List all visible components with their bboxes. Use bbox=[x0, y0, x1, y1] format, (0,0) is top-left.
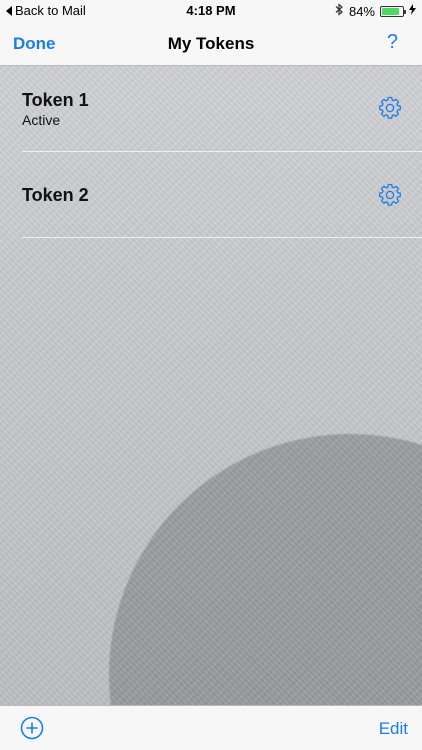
battery-percent: 84% bbox=[348, 3, 375, 19]
page-title: My Tokens bbox=[167, 34, 255, 53]
edit-button[interactable]: Edit bbox=[379, 719, 408, 739]
help-button[interactable]: ? bbox=[387, 31, 398, 54]
token-status: Active bbox=[22, 112, 61, 128]
battery-icon bbox=[380, 5, 406, 17]
token-name: Token 2 bbox=[22, 185, 89, 205]
bottom-toolbar: Edit bbox=[0, 705, 422, 750]
add-circle-icon[interactable] bbox=[20, 716, 44, 740]
token-row-2[interactable]: Token 2 bbox=[0, 152, 422, 238]
bluetooth-icon bbox=[335, 3, 344, 19]
token-name: Token 1 bbox=[22, 90, 89, 110]
gear-icon[interactable] bbox=[378, 96, 402, 120]
token-row-1[interactable]: Token 1 Active bbox=[0, 66, 422, 152]
gear-icon[interactable] bbox=[378, 183, 402, 207]
charging-icon bbox=[409, 4, 416, 18]
navigation-bar: Done My Tokens ? bbox=[0, 22, 422, 66]
row-divider bbox=[22, 237, 422, 238]
status-bar: Back to Mail 4:18 PM 84% bbox=[0, 0, 422, 22]
token-list: Token 1 Active Token 2 bbox=[0, 66, 422, 238]
battery-level-fill bbox=[382, 7, 399, 15]
status-indicators: 84% bbox=[335, 3, 416, 19]
